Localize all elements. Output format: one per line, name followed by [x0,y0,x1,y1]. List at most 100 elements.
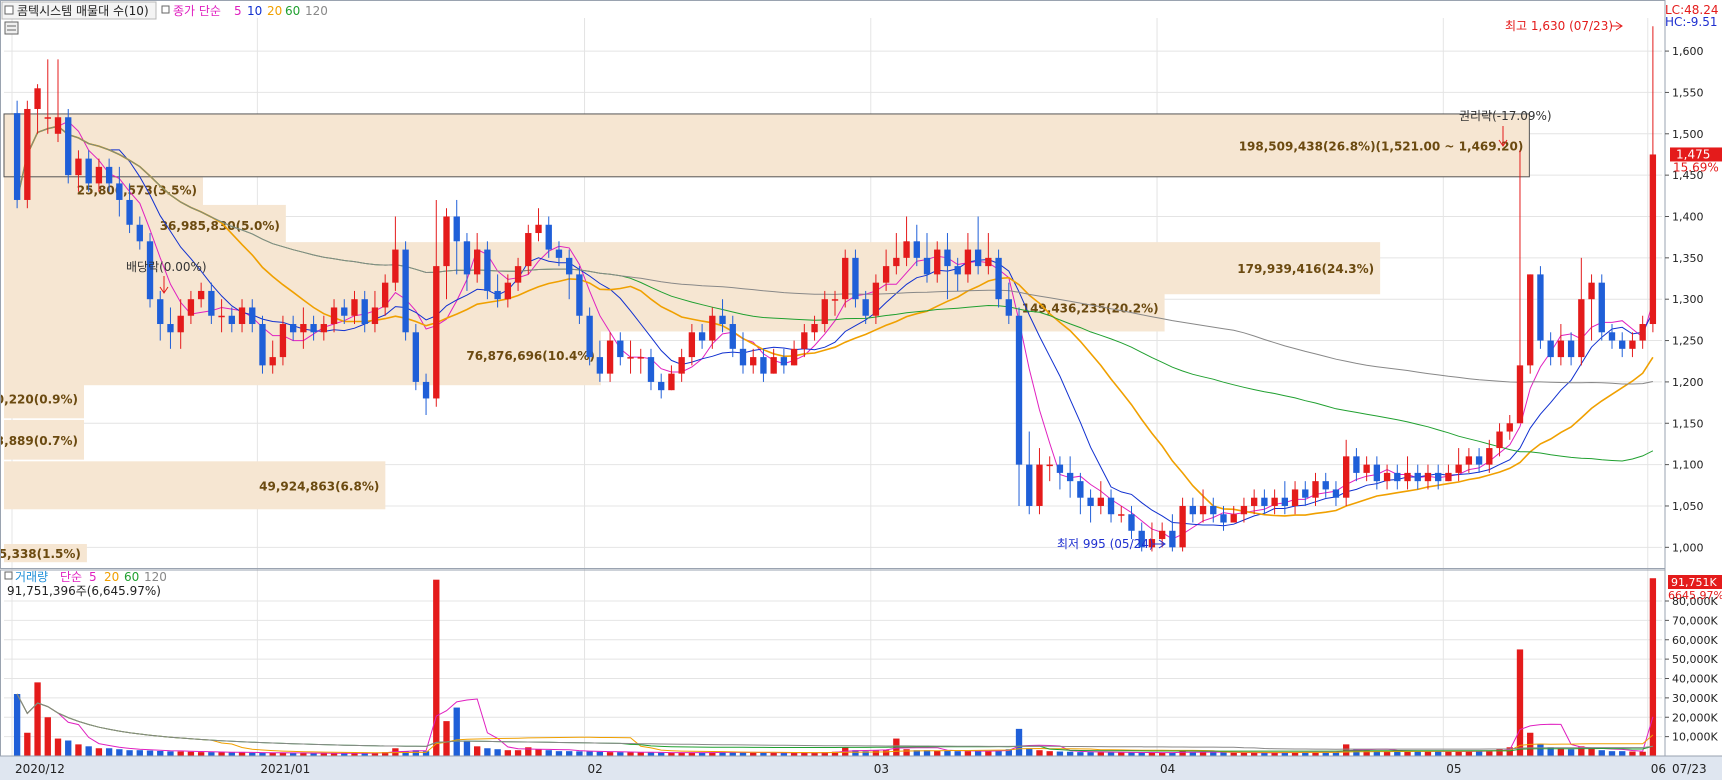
candle-body[interactable] [852,257,859,300]
candle-body[interactable] [913,241,920,258]
volume-bar[interactable] [95,748,103,756]
candle-body[interactable] [923,257,931,275]
volume-bar[interactable] [1608,751,1616,756]
volume-bar[interactable] [944,750,951,756]
candle-body[interactable] [974,249,982,267]
candle-body[interactable] [1220,514,1227,523]
candle-body[interactable] [1302,489,1309,498]
candle-body[interactable] [780,357,788,366]
ma-checkbox-icon[interactable] [161,5,170,14]
volume-bar[interactable] [739,752,747,756]
candle-body[interactable] [330,307,338,325]
candle-body[interactable] [1210,505,1217,515]
candle-body[interactable] [1107,497,1115,515]
volume-bar[interactable] [1015,728,1023,756]
candle-body[interactable] [678,357,685,374]
volume-bar[interactable] [1046,751,1053,756]
stock-chart[interactable]: 10,855,338(1.5%) 49,924,863(6.8%) 4,903,88… [0,0,1722,780]
volume-bar[interactable] [1516,649,1524,756]
candle-body[interactable] [1383,472,1391,482]
candle-body[interactable] [208,290,215,316]
candle-body[interactable] [1250,497,1258,506]
candle-body[interactable] [300,324,307,333]
candle-body[interactable] [698,332,706,341]
volume-bar[interactable] [1557,748,1565,756]
candle-body[interactable] [433,266,440,399]
volume-bar[interactable] [228,752,235,756]
candle-body[interactable] [1649,154,1657,325]
candle-body[interactable] [259,324,266,366]
candle-body[interactable] [606,340,614,374]
volume-bar[interactable] [1148,752,1156,756]
candle-body[interactable] [1404,472,1411,482]
volume-bar[interactable] [1598,750,1605,756]
candle-body[interactable] [1128,514,1135,531]
candle-body[interactable] [1271,497,1278,506]
candle-body[interactable] [770,357,777,374]
candle-body[interactable] [1312,481,1319,498]
volume-bar[interactable] [1424,751,1432,756]
candle-body[interactable] [1435,472,1442,482]
candle-body[interactable] [1230,514,1237,523]
volume-bar[interactable] [504,750,512,756]
candle-body[interactable] [1261,497,1268,506]
volume-bar[interactable] [177,751,184,756]
volume-bar[interactable] [872,750,880,756]
volume-bar[interactable] [75,744,82,756]
candle-body[interactable] [504,282,512,300]
volume-bar[interactable] [1220,752,1227,756]
candle-body[interactable] [1598,282,1605,333]
candle-body[interactable] [617,340,624,358]
volume-bar[interactable] [54,738,62,756]
candle-body[interactable] [882,266,890,283]
volume-bar[interactable] [1107,752,1115,756]
volume-bar[interactable] [1414,751,1421,756]
volume-bar[interactable] [985,751,992,756]
volume-bar[interactable] [586,751,593,756]
candle-body[interactable] [1588,282,1595,300]
candle-body[interactable] [555,249,563,258]
candle-body[interactable] [658,381,665,391]
candle-body[interactable] [1547,340,1554,358]
candle-body[interactable] [361,299,368,325]
volume-bar[interactable] [545,750,552,756]
volume-bar[interactable] [474,746,481,756]
candle-body[interactable] [1056,464,1064,473]
volume-bar[interactable] [903,749,910,756]
candle-body[interactable] [1046,464,1053,467]
candle-body[interactable] [1077,481,1084,498]
candle-body[interactable] [187,299,195,316]
volume-bar[interactable] [1097,752,1104,756]
candle-body[interactable] [197,290,205,300]
candle-body[interactable] [218,315,225,318]
volume-bar[interactable] [13,694,21,756]
volume-bar[interactable] [1588,748,1595,756]
candle-body[interactable] [514,266,522,283]
volume-bar[interactable] [1066,751,1074,756]
candle-body[interactable] [801,332,808,349]
candle-body[interactable] [995,257,1002,300]
candle-body[interactable] [484,249,491,291]
volume-bar[interactable] [116,749,123,756]
volume-bar[interactable] [1026,748,1033,756]
candle-body[interactable] [709,315,716,341]
candle-body[interactable] [1353,456,1360,473]
candle-body[interactable] [412,332,420,382]
candle-body[interactable] [1608,332,1616,341]
candle-body[interactable] [1179,505,1186,548]
volume-bar[interactable] [1567,749,1575,756]
candle-body[interactable] [739,348,747,366]
volume-bar[interactable] [146,750,154,756]
candle-body[interactable] [289,324,297,333]
candle-body[interactable] [371,307,379,325]
volume-bar[interactable] [1118,752,1125,756]
candle-body[interactable] [75,158,82,176]
volume-bar[interactable] [484,748,491,756]
candle-body[interactable] [688,332,696,358]
candle-body[interactable] [1619,340,1626,349]
candle-body[interactable] [1445,472,1452,482]
candle-body[interactable] [136,224,143,242]
candle-body[interactable] [126,199,133,225]
candle-body[interactable] [1026,464,1033,506]
volume-bar[interactable] [136,750,143,756]
